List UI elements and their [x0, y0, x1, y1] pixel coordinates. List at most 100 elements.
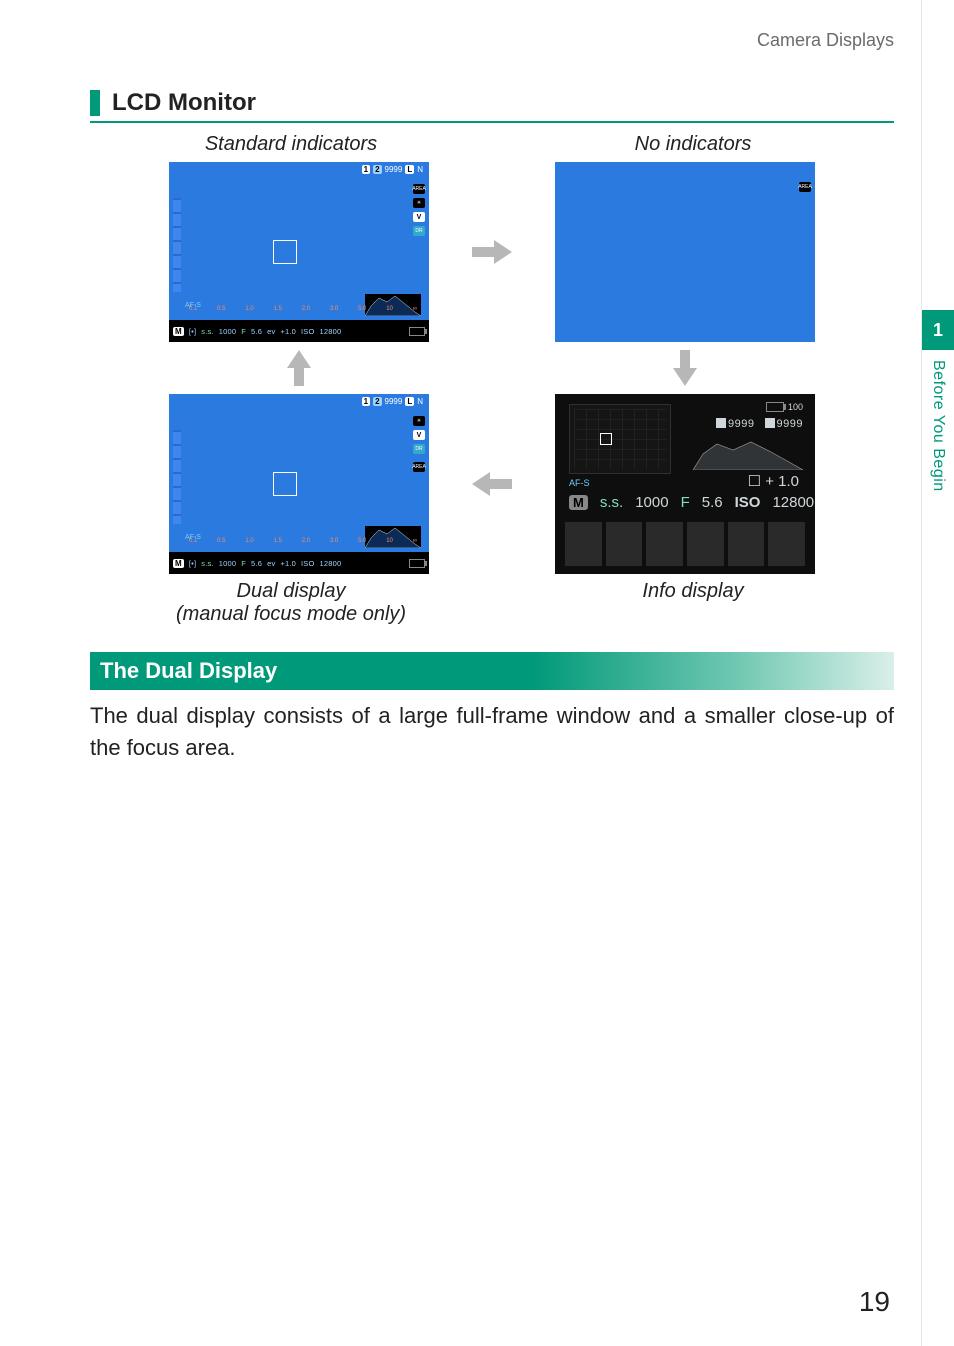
metering-icon: [•] — [189, 559, 196, 568]
wb-icon: ☀ — [413, 198, 425, 208]
metering-icon: [•] — [189, 327, 196, 336]
film-sim-icon: V — [413, 430, 425, 440]
card-slot-1-icon: 1 — [362, 397, 370, 406]
iso-label: ISO — [301, 559, 315, 568]
top-status-row: 1 2 9999 L N — [362, 397, 423, 406]
iso-label: ISO — [735, 494, 761, 511]
screen-info-display: 100 9999 9999 ☐ + 1.0 AF-S M s.s. 1000 F… — [555, 394, 815, 574]
exposure-comp: ☐ + 1.0 — [748, 472, 799, 490]
thumbnail — [687, 522, 724, 566]
shutter-value: 1000 — [635, 494, 668, 511]
af-mode: AF-S — [185, 534, 201, 541]
page-number: 19 — [859, 1286, 890, 1318]
thumbnail — [728, 522, 765, 566]
image-size-icon: L — [405, 165, 414, 174]
area-icon: AREA — [799, 182, 811, 192]
ev-label-icon: ev — [267, 559, 275, 568]
card1-icon — [716, 418, 726, 428]
distance-scale: AF-S 0.1 0.5 1.0 1.5 2.0 3.0 5.0 10 ∞ — [185, 302, 421, 316]
aperture-label-icon: F — [241, 327, 246, 336]
ss-label-icon: s.s. — [201, 327, 213, 336]
arrow-down-icon — [555, 348, 815, 388]
thumbnail — [768, 522, 805, 566]
focus-frame — [273, 472, 297, 496]
arrow-left-icon — [457, 469, 527, 499]
battery-percent: 100 — [788, 402, 803, 412]
section-heading: LCD Monitor — [112, 89, 256, 117]
battery-readout: 100 — [766, 402, 803, 412]
right-icon-stack: AREA ☀ V DR — [413, 184, 425, 236]
right-icon-stack-minimal: AREA — [799, 182, 811, 192]
shutter-value: 1000 — [219, 559, 237, 568]
frames-remaining: 9999 — [385, 165, 403, 174]
iso-label: ISO — [301, 327, 315, 336]
frames-remaining: 9999 — [385, 397, 403, 406]
mode-badge: M — [569, 495, 588, 510]
bottom-status-bar: M [•] s.s. 1000 F 5.6 ev +1.0 ISO 12800 — [169, 320, 429, 342]
caption-dual-display-sub: (manual focus mode only) — [90, 603, 492, 626]
shutter-value: 1000 — [219, 327, 237, 336]
exposure-ruler — [173, 198, 181, 292]
iso-value: 12800 — [320, 559, 342, 568]
mode-badge: M — [173, 327, 184, 336]
card-slot-2-icon: 2 — [373, 397, 381, 406]
bottom-status-bar: M [•] s.s. 1000 F 5.6 ev +1.0 ISO 12800 — [169, 552, 429, 574]
chapter-title: Before You Begin — [922, 360, 954, 560]
screen-dual-display: 1 2 9999 L N ☀ V DR AREA AF-S 0.1 0.5 1.… — [169, 394, 429, 574]
caption-dual-display: Dual display — [237, 580, 346, 602]
mode-badge: M — [173, 559, 184, 568]
area-icon: AREA — [413, 462, 425, 472]
battery-icon — [409, 559, 425, 568]
top-status-row: 1 2 9999 L N — [362, 165, 423, 174]
image-quality: N — [417, 397, 423, 406]
image-quality: N — [417, 165, 423, 174]
focus-frame — [273, 240, 297, 264]
aperture-value: 5.6 — [702, 494, 723, 511]
arrow-up-icon — [169, 348, 429, 388]
card2-icon — [765, 418, 775, 428]
aperture-value: 5.6 — [251, 327, 262, 336]
caption-no-indicators: No indicators — [492, 133, 894, 156]
heading-ornament — [90, 90, 100, 116]
battery-icon — [409, 327, 425, 336]
af-mode: AF-S — [185, 302, 201, 309]
ev-icon: ☐ — [748, 473, 761, 490]
thumbnail — [606, 522, 643, 566]
selected-focus-point — [600, 433, 612, 445]
aperture-label-icon: F — [681, 494, 690, 511]
subsection-heading: The Dual Display — [90, 652, 894, 690]
exposure-row: M s.s. 1000 F 5.6 ISO 12800 — [569, 494, 803, 511]
battery-icon — [766, 402, 784, 412]
lcd-diagram: 1 2 9999 L N AREA ☀ V DR AF-S 0.1 0.5 1.… — [90, 162, 894, 574]
focus-area-preview — [569, 404, 671, 474]
film-sim-icon: V — [413, 212, 425, 222]
distance-scale: AF-S 0.1 0.5 1.0 1.5 2.0 3.0 5.0 10 ∞ — [185, 534, 421, 548]
ss-label-icon: s.s. — [600, 494, 623, 511]
right-icon-stack: ☀ V DR AREA — [413, 416, 425, 472]
caption-info-display: Info display — [642, 580, 743, 602]
wb-icon: ☀ — [413, 416, 425, 426]
image-size-icon: L — [405, 397, 414, 406]
area-icon: AREA — [413, 184, 425, 194]
body-paragraph: The dual display consists of a large ful… — [90, 700, 894, 764]
dr-icon: DR — [413, 444, 425, 454]
screen-no-indicators: AREA — [555, 162, 815, 342]
histogram — [693, 440, 803, 470]
aperture-value: 5.6 — [251, 559, 262, 568]
arrow-right-icon — [457, 237, 527, 267]
ev-label-icon: ev — [267, 327, 275, 336]
af-mode: AF-S — [569, 478, 590, 488]
card-slot-1-icon: 1 — [362, 165, 370, 174]
section-heading-row: LCD Monitor — [90, 89, 894, 123]
ss-label-icon: s.s. — [201, 559, 213, 568]
screen-standard: 1 2 9999 L N AREA ☀ V DR AF-S 0.1 0.5 1.… — [169, 162, 429, 342]
card-slot-2-icon: 2 — [373, 165, 381, 174]
dr-icon: DR — [413, 226, 425, 236]
caption-standard-indicators: Standard indicators — [90, 133, 492, 156]
iso-value: 12800 — [772, 494, 814, 511]
chapter-number-chip: 1 — [922, 310, 954, 350]
chapter-sidebar: 1 Before You Begin — [921, 0, 954, 1346]
breadcrumb: Camera Displays — [90, 30, 894, 51]
ev-value: +1.0 — [280, 327, 296, 336]
ev-value: +1.0 — [280, 559, 296, 568]
